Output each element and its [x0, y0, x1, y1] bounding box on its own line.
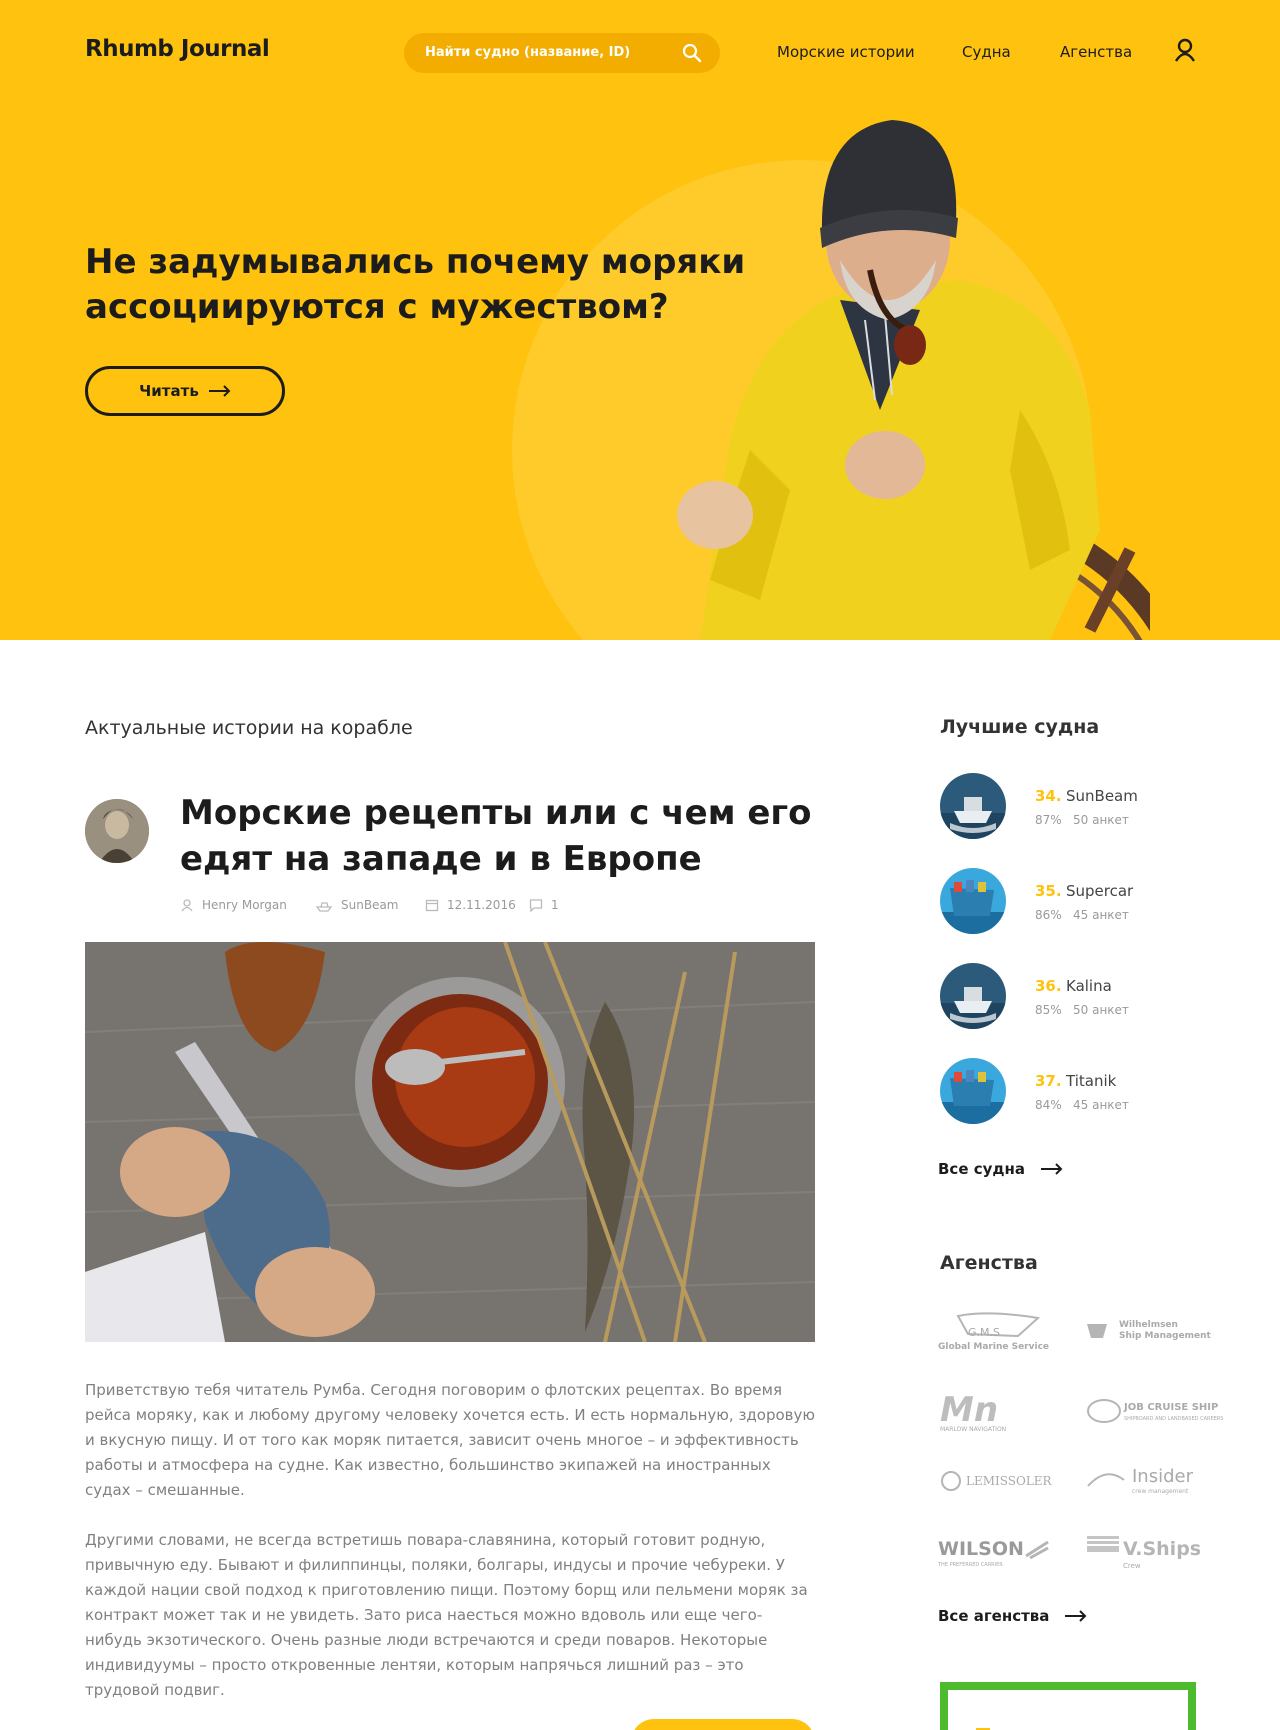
nav-agencies[interactable]: Агенства: [1060, 43, 1132, 61]
read-button[interactable]: Читать: [85, 366, 285, 416]
ship-reviews: 50 анкет: [1073, 1003, 1129, 1017]
ship-rank: 36.: [1035, 977, 1062, 995]
agency-sub: MARLOW NAVIGATION: [940, 1426, 1007, 1433]
ship-item[interactable]: 35. Supercar 86% 45 анкет: [940, 868, 1200, 934]
all-agencies-label: Все агенства: [938, 1607, 1050, 1625]
agency-name: WILSON: [938, 1538, 1024, 1560]
agency-name: G.M.S: [968, 1326, 1000, 1339]
meta-ship[interactable]: SunBeam: [315, 898, 399, 912]
all-ships-label: Все судна: [938, 1160, 1025, 1178]
all-agencies-link[interactable]: Все агенства: [938, 1607, 1087, 1625]
ship-name: Titanik: [1066, 1072, 1117, 1090]
meta-ship-name: SunBeam: [341, 898, 399, 912]
ship-item[interactable]: 36. Kalina 85% 50 анкет: [940, 963, 1200, 1029]
ship-name: Kalina: [1066, 977, 1112, 995]
ship-name: Supercar: [1066, 882, 1134, 900]
agency-logo-gms[interactable]: G.M.S Global Marine Service: [938, 1310, 1058, 1354]
agency-name: Wilhelmsen: [1119, 1320, 1178, 1330]
meta-date: 12.11.2016: [425, 898, 516, 912]
ship-icon: [315, 902, 333, 912]
agency-logo-insider[interactable]: Insider crew management: [1086, 1466, 1206, 1510]
agency-logo-marlow[interactable]: Mn MARLOW NAVIGATION: [940, 1390, 1060, 1434]
agency-logo-wilhelmsen[interactable]: Wilhelmsen Ship Management: [1085, 1320, 1211, 1364]
ship-thumbnail: [940, 963, 1006, 1029]
section-title: Актуальные истории на корабле: [85, 717, 413, 739]
ship-rating: 86%: [1035, 908, 1062, 922]
meta-date-value: 12.11.2016: [447, 898, 516, 912]
ship-item[interactable]: 34. SunBeam 87% 50 анкет: [940, 773, 1200, 839]
read-more-button[interactable]: [631, 1719, 815, 1730]
comment-icon: [529, 899, 543, 912]
search-placeholder: Найти судно (название, ID): [425, 45, 631, 60]
ships-title: Лучшие судна: [940, 716, 1100, 738]
ship-item[interactable]: 37. Titanik 84% 45 анкет: [940, 1058, 1200, 1124]
agency-logo-job-cruise[interactable]: JOB CRUISE SHIP SHIPBOARD AND LANDBASED …: [1086, 1398, 1223, 1442]
arrow-right-icon: [1065, 1610, 1087, 1622]
article-paragraph-1: Приветствую тебя читатель Румба. Сегодня…: [85, 1381, 816, 1499]
ship-thumbnail: [940, 773, 1006, 839]
hero-banner: Rhumb Journal Найти судно (название, ID)…: [0, 0, 1280, 640]
search-icon[interactable]: [682, 43, 702, 63]
agency-name: JOB CRUISE SHIP: [1124, 1402, 1219, 1413]
arrow-right-icon: [1041, 1163, 1063, 1175]
agency-logo-wilson[interactable]: WILSON THE PREFERRED CARRIER: [938, 1538, 1058, 1582]
food-photo: [85, 942, 815, 1342]
ship-name: SunBeam: [1066, 787, 1138, 805]
nav-ships[interactable]: Судна: [962, 43, 1011, 61]
ad-glyph: [976, 1728, 990, 1730]
ship-rank: 34.: [1035, 787, 1062, 805]
agency-name: Mn: [940, 1390, 999, 1430]
article-title[interactable]: Морские рецепты или с чем его едят на за…: [180, 790, 820, 882]
agency-name: LEMISSOLER: [966, 1474, 1052, 1488]
user-icon[interactable]: [1174, 38, 1196, 62]
ship-rating: 85%: [1035, 1003, 1062, 1017]
site-logo[interactable]: Rhumb Journal: [85, 36, 270, 62]
meta-author-name: Henry Morgan: [202, 898, 287, 912]
article-paragraph-2: Другими словами, не всегда встретишь пов…: [85, 1531, 808, 1699]
ad-banner[interactable]: [940, 1682, 1196, 1730]
person-icon: [181, 899, 193, 912]
sailor-illustration: [677, 120, 1150, 640]
ship-reviews: 45 анкет: [1073, 908, 1129, 922]
author-avatar[interactable]: [85, 799, 149, 863]
ship-thumbnail: [940, 1058, 1006, 1124]
agency-sub: crew management: [1132, 1488, 1189, 1495]
calendar-icon: [425, 899, 439, 912]
arrow-right-icon: [208, 385, 231, 397]
nav-sea-stories[interactable]: Морские истории: [777, 43, 915, 61]
agency-name: Insider: [1132, 1466, 1193, 1487]
agency-sub: THE PREFERRED CARRIER: [938, 1562, 1003, 1568]
agency-name: V.Ships: [1123, 1538, 1202, 1560]
ship-rank: 35.: [1035, 882, 1062, 900]
ship-rank: 37.: [1035, 1072, 1062, 1090]
read-button-label: Читать: [139, 382, 199, 400]
ship-rating: 87%: [1035, 813, 1062, 827]
agency-logo-lemissoler[interactable]: LEMISSOLER: [940, 1470, 1060, 1514]
agencies-title: Агенства: [940, 1252, 1038, 1274]
agency-sub: Global Marine Service: [938, 1342, 1050, 1352]
meta-comments-count: 1: [551, 898, 559, 912]
agency-sub: Ship Management: [1119, 1331, 1211, 1341]
search-input[interactable]: Найти судно (название, ID): [404, 33, 720, 73]
agency-logo-vships[interactable]: V.Ships Crew: [1085, 1532, 1205, 1576]
article-image[interactable]: [85, 942, 815, 1342]
all-ships-link[interactable]: Все судна: [938, 1160, 1063, 1178]
ship-reviews: 45 анкет: [1073, 1098, 1129, 1112]
agency-sub: SHIPBOARD AND LANDBASED CAREERS: [1124, 1416, 1224, 1422]
ship-reviews: 50 анкет: [1073, 813, 1129, 827]
meta-author[interactable]: Henry Morgan: [180, 898, 287, 912]
ship-rating: 84%: [1035, 1098, 1062, 1112]
avatar-portrait: [85, 799, 149, 863]
meta-comments[interactable]: 1: [529, 898, 559, 912]
agency-sub: Crew: [1123, 1562, 1141, 1570]
ship-thumbnail: [940, 868, 1006, 934]
